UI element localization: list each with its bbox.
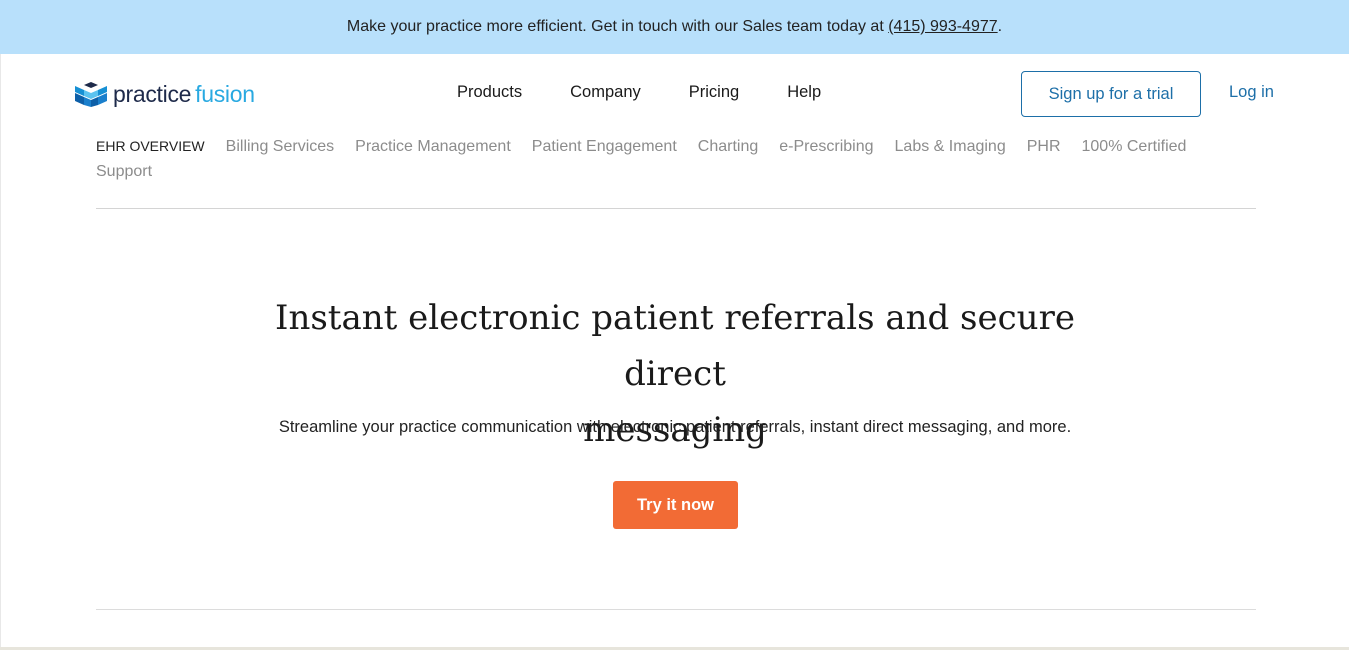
main-nav: Products Company Pricing Help [457, 83, 821, 102]
nav-pricing[interactable]: Pricing [689, 83, 739, 102]
subnav-ehr-overview[interactable]: EHR OVERVIEW [96, 138, 205, 154]
subnav-labs-imaging[interactable]: Labs & Imaging [895, 138, 1006, 155]
section-divider-bottom [96, 609, 1256, 610]
brand-name-practice: practice [113, 80, 192, 107]
brand-wordmark: practice fusion [113, 80, 255, 107]
login-link[interactable]: Log in [1229, 83, 1274, 102]
subnav-support[interactable]: Support [96, 163, 152, 180]
subnav-billing-services[interactable]: Billing Services [226, 138, 334, 155]
subnav-phr[interactable]: PHR [1027, 138, 1061, 155]
signup-trial-button[interactable]: Sign up for a trial [1021, 71, 1201, 117]
nav-company[interactable]: Company [570, 83, 641, 102]
practice-fusion-cube-icon [75, 82, 107, 107]
hero-title-line-1: Instant electronic patient referrals and… [275, 298, 1075, 394]
subnav-e-prescribing[interactable]: e-Prescribing [779, 138, 873, 155]
subnav-certified[interactable]: 100% Certified [1082, 138, 1187, 155]
product-sub-nav: EHR OVERVIEW Billing Services Practice Man… [96, 134, 1256, 184]
promo-text: Make your practice more efficient. Get i… [346, 18, 884, 35]
subnav-practice-management[interactable]: Practice Management [355, 138, 511, 155]
promo-banner: Make your practice more efficient. Get i… [0, 0, 1349, 54]
section-divider-top [96, 208, 1256, 209]
subnav-patient-engagement[interactable]: Patient Engagement [532, 138, 677, 155]
sales-phone-link[interactable]: (415) 993-4977 [888, 18, 997, 36]
nav-products[interactable]: Products [457, 83, 522, 102]
hero-subtitle: Streamline your practice communication w… [278, 418, 1072, 436]
brand-logo[interactable]: practice fusion [75, 80, 255, 108]
try-it-now-button[interactable]: Try it now [613, 481, 738, 529]
promo-suffix: . [997, 18, 1003, 35]
nav-help[interactable]: Help [787, 83, 821, 102]
brand-name-fusion: fusion [195, 80, 255, 107]
subnav-charting[interactable]: Charting [698, 138, 758, 155]
